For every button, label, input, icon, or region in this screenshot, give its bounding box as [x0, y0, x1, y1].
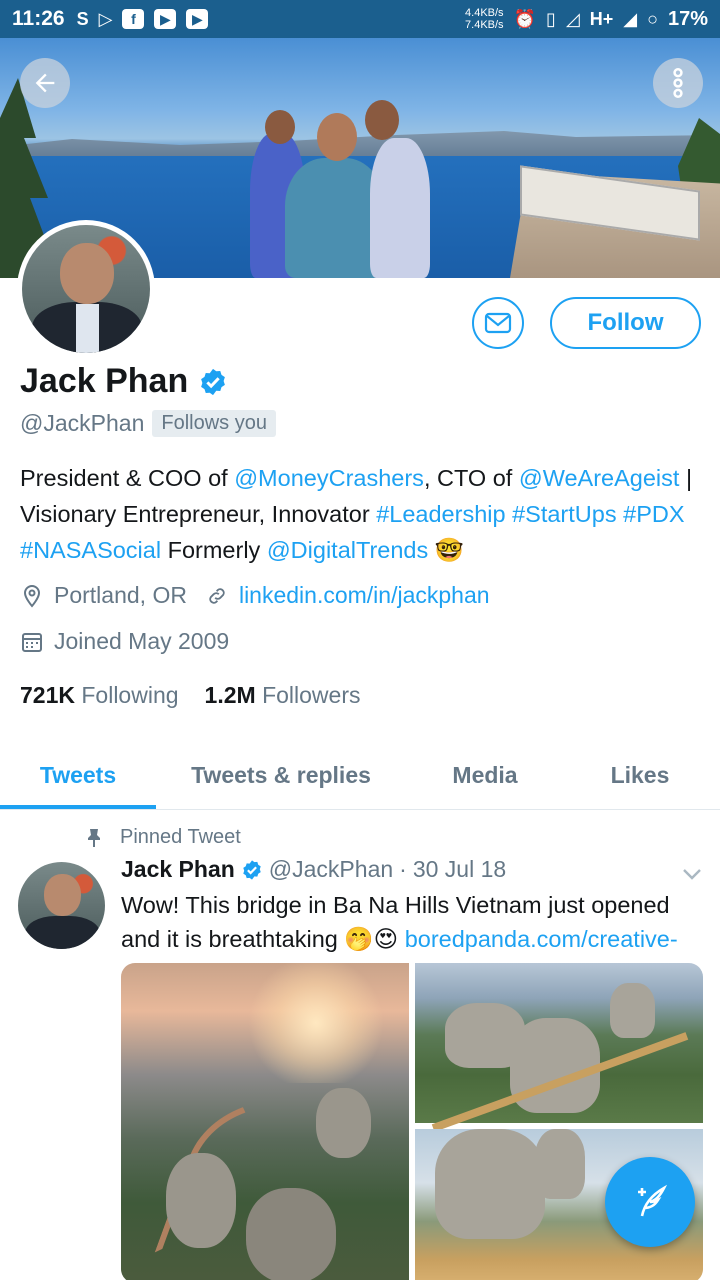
- notification-icons: S ▷ f ▶ ▶: [77, 9, 209, 30]
- mention-digitaltrends[interactable]: @DigitalTrends: [267, 537, 428, 563]
- mention-weareageist[interactable]: @WeAreAgeist: [519, 465, 680, 491]
- facebook-icon: f: [122, 9, 145, 29]
- hashtag-startups[interactable]: #StartUps: [512, 501, 617, 527]
- verified-badge-icon: [243, 859, 261, 880]
- tab-tweets[interactable]: Tweets: [0, 740, 156, 810]
- play-app-icon: ▷: [98, 8, 113, 29]
- hashtag-pdx[interactable]: #PDX: [623, 501, 684, 527]
- network-speed: 4.4KB/s 7.4KB/s: [465, 7, 504, 31]
- location-row: Portland, OR linkedin.com/in/jackphan: [20, 582, 490, 609]
- profile-avatar[interactable]: [17, 220, 155, 358]
- status-bar: 11:26 S ▷ f ▶ ▶ 4.4KB/s 7.4KB/s ⏰ ▯ ◿ H+…: [0, 0, 720, 38]
- location-pin-icon: [20, 584, 44, 608]
- tweet-emoji: 🤭😍: [344, 926, 399, 952]
- pin-icon: [88, 828, 100, 847]
- chevron-down-icon[interactable]: [680, 864, 704, 884]
- youtube-icon: ▶: [154, 9, 177, 29]
- tweet-date: 30 Jul 18: [412, 856, 507, 882]
- website-link[interactable]: linkedin.com/in/jackphan: [239, 582, 490, 609]
- tab-likes[interactable]: Likes: [565, 740, 715, 810]
- more-options-button[interactable]: [653, 58, 703, 108]
- tab-tweets-and-replies[interactable]: Tweets & replies: [160, 740, 402, 810]
- link-icon: [205, 584, 229, 608]
- profile-bio: President & COO of @MoneyCrashers, CTO o…: [20, 465, 693, 563]
- followers-stat[interactable]: 1.2M Followers: [205, 682, 361, 709]
- s-app-icon: S: [76, 8, 89, 29]
- status-time: 11:26: [12, 7, 65, 30]
- pinned-label-row: Pinned Tweet: [86, 826, 241, 849]
- tweet-photo-1[interactable]: [121, 963, 468, 1280]
- back-arrow-icon: [35, 73, 55, 93]
- alarm-icon: ⏰: [513, 8, 536, 29]
- system-icons: 4.4KB/s 7.4KB/s ⏰ ▯ ◿ H+ ◢ ○ 17%: [465, 7, 708, 31]
- follows-you-badge: Follows you: [152, 410, 276, 437]
- tweet-header: Jack Phan @JackPhan · 30 Jul 18: [121, 856, 507, 882]
- mention-moneycrashers[interactable]: @MoneyCrashers: [234, 465, 424, 491]
- signal-icon: ◢: [623, 8, 638, 29]
- back-button[interactable]: [20, 58, 70, 108]
- profile-name-row: Jack Phan: [20, 362, 228, 401]
- compose-tweet-icon: [638, 1184, 668, 1217]
- tab-media[interactable]: Media: [405, 740, 565, 810]
- network-type: H+: [589, 8, 614, 29]
- follow-stats: 721K Following 1.2M Followers: [20, 682, 360, 709]
- youtube-icon-2: ▶: [186, 9, 209, 29]
- location-text: Portland, OR: [54, 582, 187, 608]
- follow-button[interactable]: Follow: [550, 297, 701, 349]
- pinned-tweet-label: Pinned Tweet: [120, 826, 241, 848]
- battery-icon: ○: [647, 8, 658, 29]
- hashtag-nasasocial[interactable]: #NASASocial: [20, 537, 161, 563]
- joined-row: Joined May 2009: [20, 628, 229, 655]
- tweet-photo-2[interactable]: [415, 963, 703, 1132]
- following-stat[interactable]: 721K Following: [20, 682, 179, 709]
- profile-name: Jack Phan: [20, 362, 189, 400]
- nerd-emoji: 🤓: [434, 537, 465, 563]
- tweet-author-handle: @JackPhan: [268, 856, 394, 882]
- battery-percent: 17%: [667, 7, 708, 30]
- tweet-author-avatar[interactable]: [18, 862, 105, 949]
- vibrate-icon: ▯: [545, 8, 556, 29]
- header-photo-people: [245, 68, 440, 278]
- verified-badge-icon: [201, 368, 226, 395]
- compose-tweet-button[interactable]: [605, 1157, 695, 1247]
- profile-handle: @JackPhan: [20, 410, 145, 436]
- message-button[interactable]: [472, 297, 524, 349]
- signal-empty-icon: ◿: [565, 8, 580, 29]
- tweet-author-name: Jack Phan: [121, 856, 235, 882]
- active-tab-indicator: [0, 805, 156, 809]
- calendar-icon: [20, 630, 44, 654]
- mail-icon: [484, 312, 512, 334]
- more-vertical-icon: [673, 68, 683, 98]
- handle-row: @JackPhan Follows you: [20, 410, 276, 437]
- tweet-media-grid: [121, 963, 703, 1280]
- joined-text: Joined May 2009: [54, 628, 230, 654]
- hashtag-leadership[interactable]: #Leadership: [376, 501, 505, 527]
- profile-tabs: Tweets Tweets & replies Media Likes: [0, 740, 720, 810]
- twitter-profile-screen: 11:26 S ▷ f ▶ ▶ 4.4KB/s 7.4KB/s ⏰ ▯ ◿ H+…: [0, 0, 720, 1280]
